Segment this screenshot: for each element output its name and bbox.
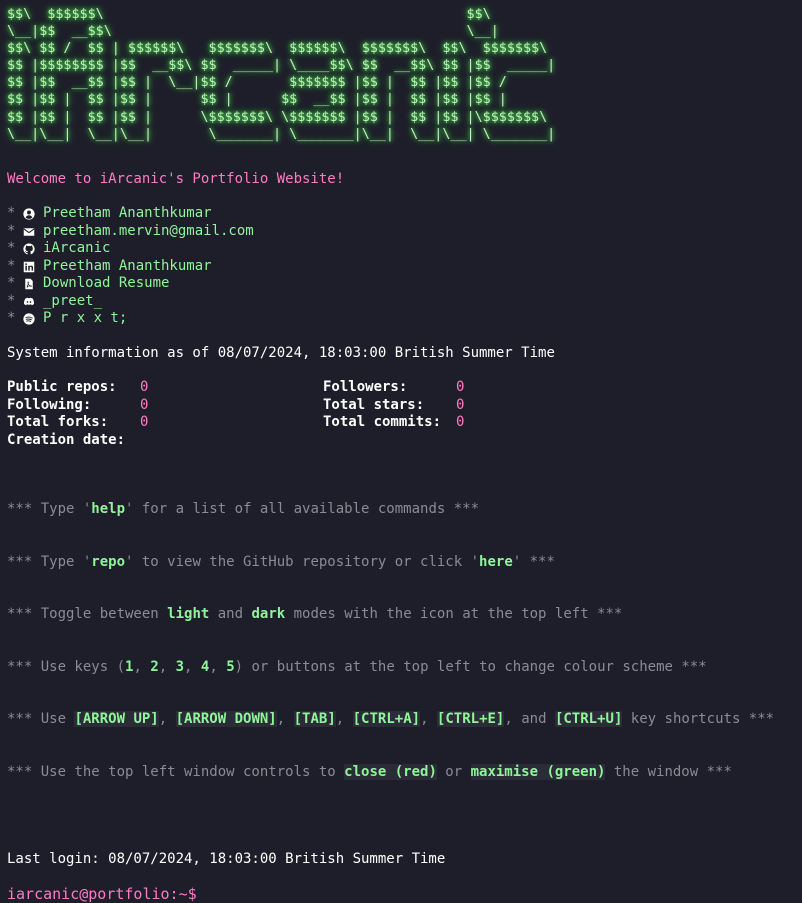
bullet: * [7, 222, 16, 239]
tip-shortcuts: *** Use [ARROW UP], [ARROW DOWN], [TAB],… [7, 711, 775, 728]
followers-label: Followers: [323, 379, 408, 396]
link-spotify[interactable]: * P r x x t; [7, 310, 802, 328]
link-label[interactable]: iArcanic [43, 240, 110, 258]
bullet: * [7, 275, 16, 292]
bullet: * [7, 292, 16, 309]
bullet: * [7, 205, 16, 222]
shortcut-arrow-down: [ARROW DOWN] [175, 711, 277, 728]
link-label[interactable]: Preetham Ananthkumar [43, 258, 212, 276]
total-forks-label: Total forks: [7, 414, 109, 431]
link-label[interactable]: Preetham Ananthkumar [43, 205, 212, 223]
key-2: 2 [150, 658, 159, 675]
ascii-banner: $$\ $$$$$$\ $$\ \__|$$ __$$\ \__| $$\ $$… [7, 7, 556, 142]
light-mode-text: light [167, 606, 210, 623]
here-link[interactable]: here [479, 554, 513, 570]
total-forks-value: 0 [140, 414, 149, 431]
link-label[interactable]: P r x x t; [43, 310, 127, 328]
public-repos-label: Public repos: [7, 379, 117, 396]
key-5: 5 [226, 658, 235, 675]
command-prompt[interactable]: iarcanic@portfolio:~$ [7, 885, 802, 903]
link-linkedin[interactable]: * Preetham Ananthkumar [7, 258, 802, 276]
bullet: * [7, 257, 16, 274]
link-resume[interactable]: * Download Resume [7, 275, 802, 293]
total-commits-label: Total commits: [323, 414, 442, 431]
system-info-heading: System information as of 08/07/2024, 18:… [7, 344, 555, 361]
welcome-message: Welcome to iArcanic's Portfolio Website! [7, 170, 345, 187]
link-label[interactable]: _preet_ [43, 293, 102, 311]
help-command[interactable]: help [91, 501, 125, 517]
maximise-green-text: maximise (green) [470, 763, 606, 780]
tip-mode: *** Toggle between light and dark modes … [7, 606, 623, 623]
total-stars-label: Total stars: [323, 396, 425, 413]
public-repos-value: 0 [140, 379, 149, 396]
shortcut-ctrl-u: [CTRL+U] [554, 711, 623, 728]
link-label[interactable]: preetham.mervin@gmail.com [43, 223, 254, 241]
link-name[interactable]: * Preetham Ananthkumar [7, 205, 802, 223]
spotify-icon [23, 313, 35, 325]
github-icon [23, 243, 35, 255]
dark-mode-text: dark [251, 606, 286, 623]
followers-value: 0 [456, 379, 465, 396]
pdf-file-icon [23, 278, 35, 290]
bullet: * [7, 240, 16, 257]
shortcut-ctrl-a: [CTRL+A] [352, 711, 421, 728]
stats-grid: Public repos: 0 Followers: 0 Following: … [7, 379, 802, 449]
help-tips: *** Type 'help' for a list of all availa… [7, 466, 802, 816]
link-github[interactable]: * iArcanic [7, 240, 802, 258]
repo-command[interactable]: repo [91, 554, 125, 570]
total-stars-value: 0 [456, 396, 465, 413]
following-value: 0 [140, 396, 149, 413]
link-discord[interactable]: * _preet_ [7, 293, 802, 311]
link-email[interactable]: * preetham.mervin@gmail.com [7, 223, 802, 241]
tip-help: *** Type 'help' for a list of all availa… [7, 501, 480, 518]
following-label: Following: [7, 396, 92, 413]
tip-repo: *** Type 'repo' to view the GitHub repos… [7, 553, 555, 570]
shortcut-arrow-up: [ARROW UP] [74, 711, 159, 728]
shortcut-tab: [TAB] [293, 711, 336, 728]
user-icon [23, 208, 35, 220]
shortcut-ctrl-e: [CTRL+E] [436, 711, 505, 728]
creation-date-value [140, 432, 323, 450]
linkedin-icon [23, 261, 35, 273]
contact-links: * Preetham Ananthkumar * preetham.mervin… [7, 205, 802, 328]
last-login: Last login: 08/07/2024, 18:03:00 British… [7, 851, 446, 868]
total-commits-value: 0 [456, 414, 465, 431]
creation-date-label: Creation date: [7, 431, 126, 448]
close-red-text: close (red) [344, 763, 437, 780]
bullet: * [7, 310, 16, 327]
envelope-icon [23, 226, 35, 238]
key-3: 3 [175, 658, 185, 675]
discord-icon [23, 296, 35, 308]
tip-window: *** Use the top left window controls to … [7, 763, 732, 780]
terminal: $$\ $$$$$$\ $$\ \__|$$ __$$\ \__| $$\ $$… [0, 0, 802, 902]
link-label[interactable]: Download Resume [43, 275, 169, 293]
